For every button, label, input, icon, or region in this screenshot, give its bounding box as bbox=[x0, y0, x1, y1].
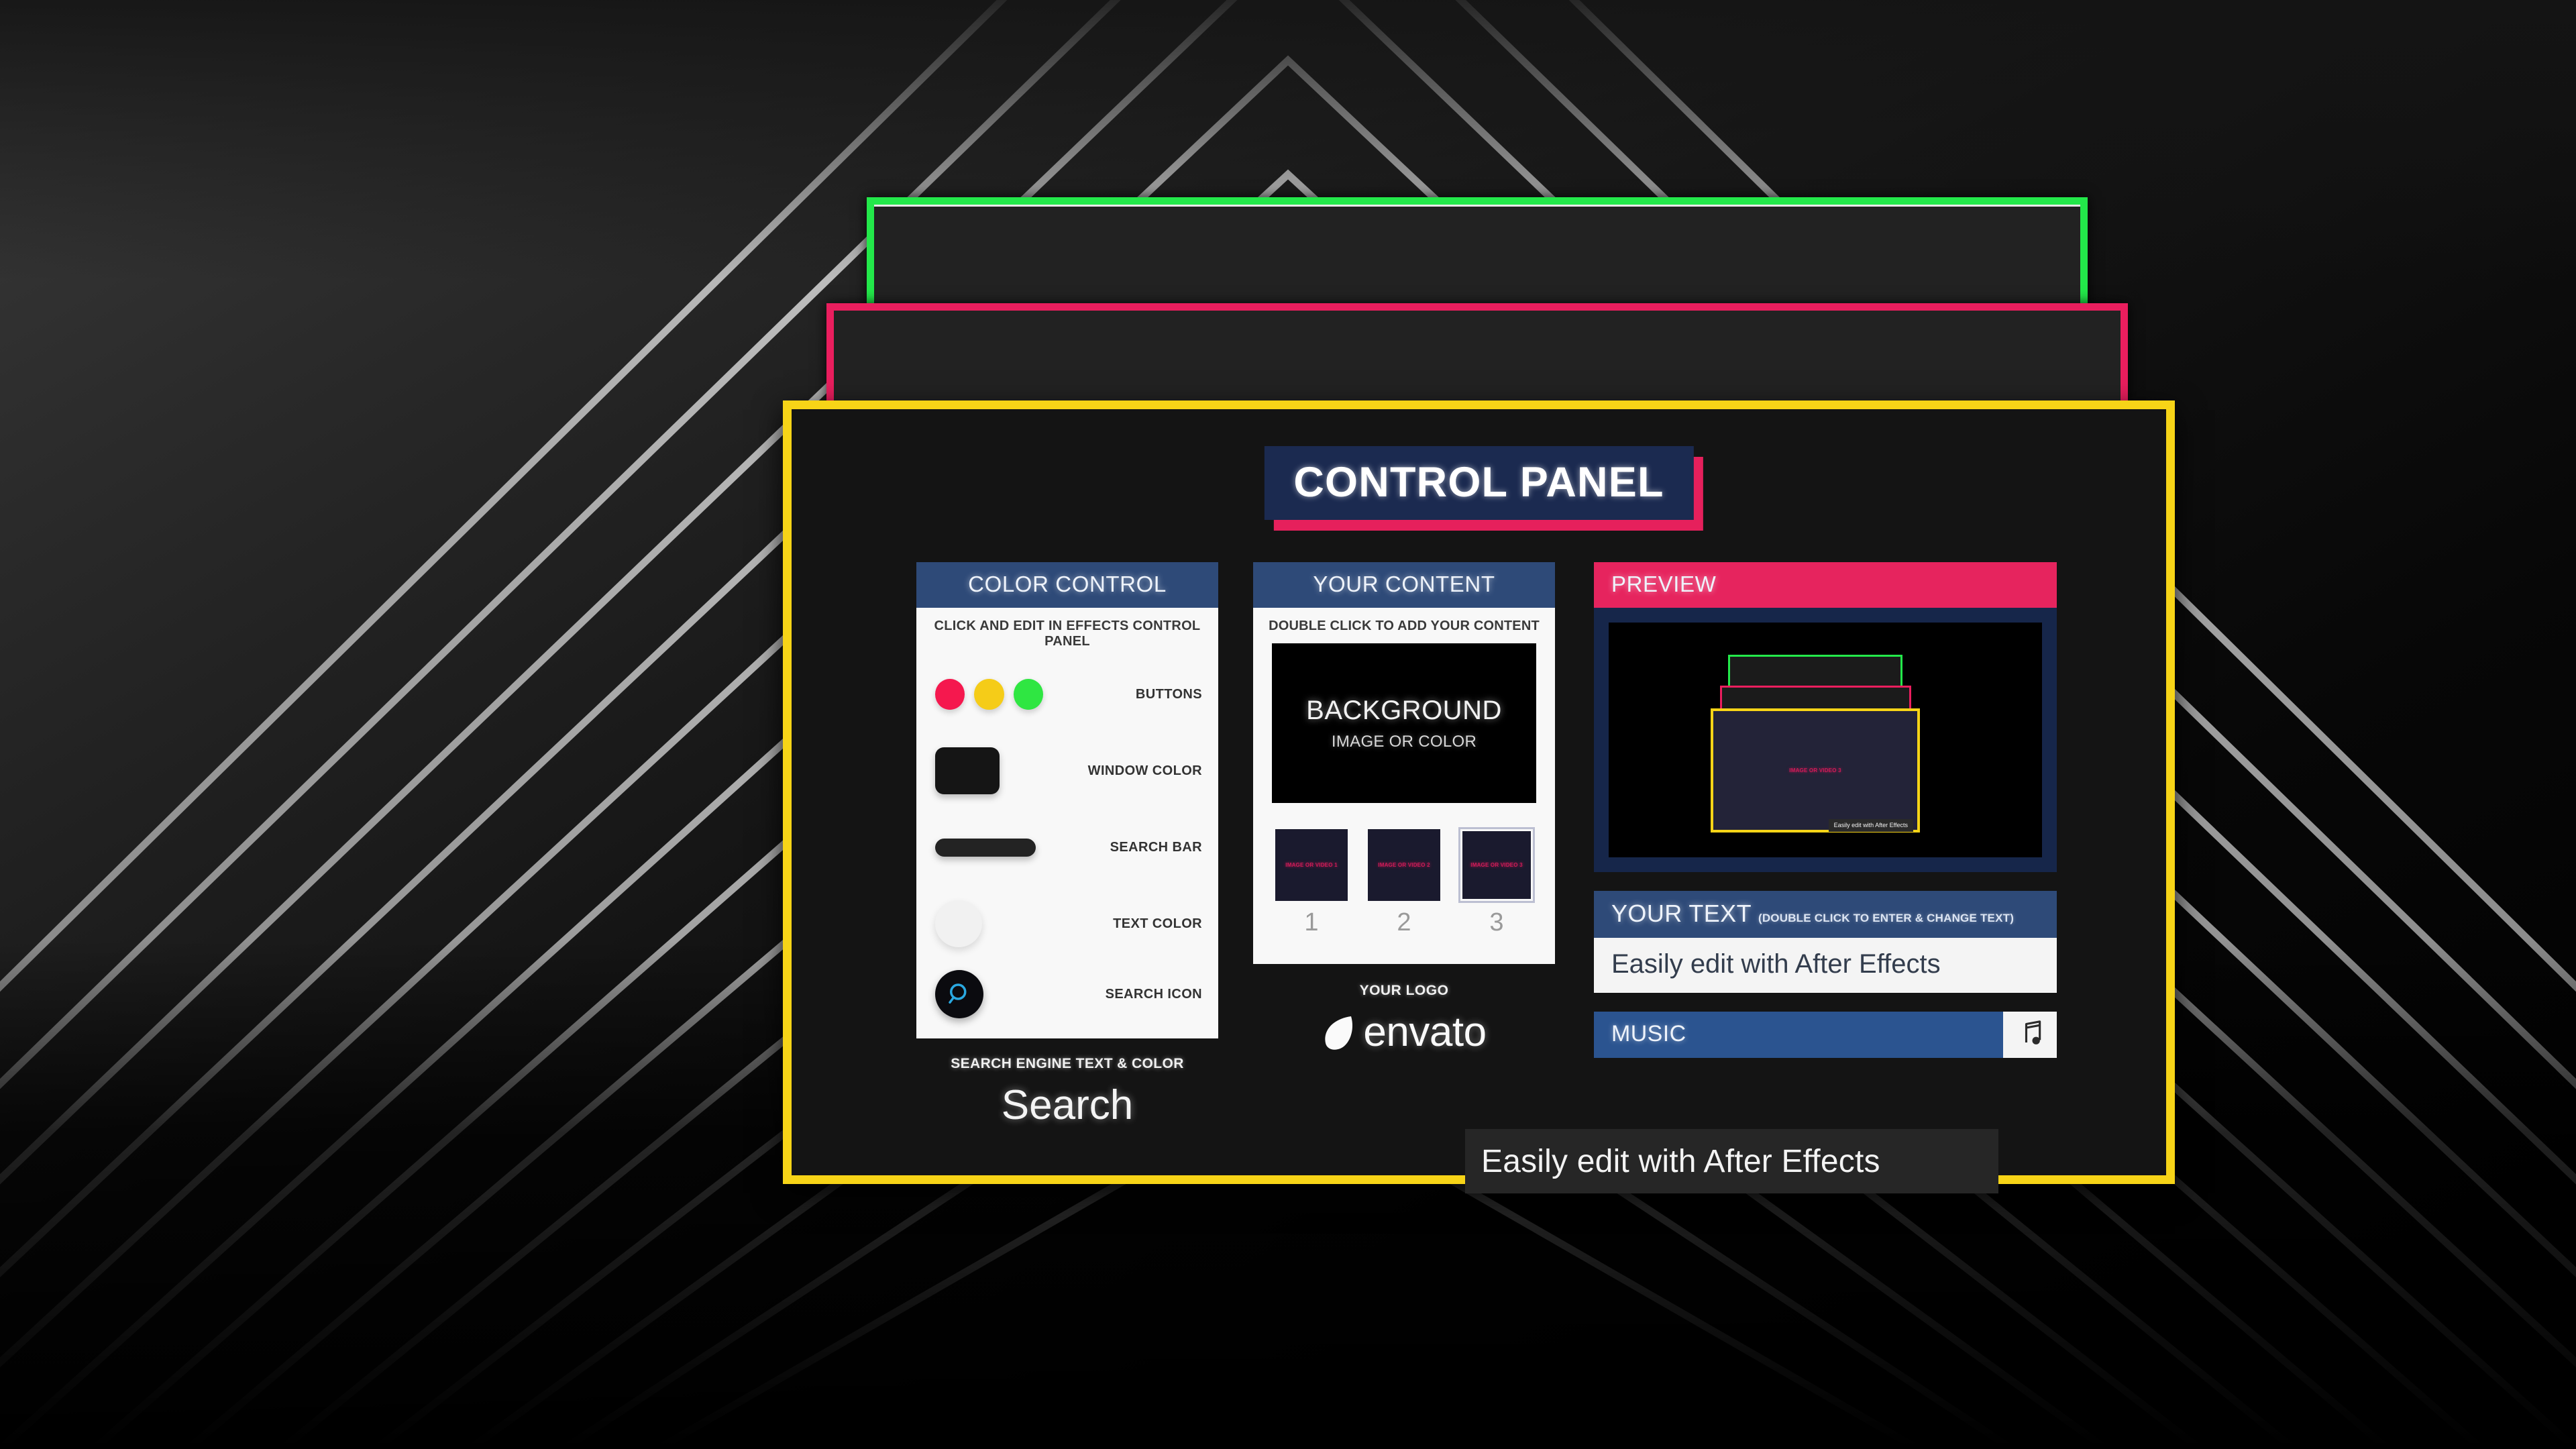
panel-preview: PREVIEW IMAGE OR VIDEO 3 Easily edit wit… bbox=[1594, 562, 2057, 1058]
music-note-icon bbox=[2025, 1020, 2041, 1044]
your-text-header: YOUR TEXT (DOUBLE CLICK TO ENTER & CHANG… bbox=[1594, 891, 2057, 938]
your-text-hint: (DOUBLE CLICK TO ENTER & CHANGE TEXT) bbox=[1758, 912, 2015, 924]
caption-overlay: Easily edit with After Effects bbox=[1465, 1129, 1998, 1193]
panel-columns: COLOR CONTROL CLICK AND EDIT IN EFFECTS … bbox=[792, 562, 2166, 1166]
your-logo-footer: YOUR LOGO envato bbox=[1253, 964, 1555, 1056]
search-engine-value[interactable]: Search bbox=[916, 1081, 1218, 1129]
thumbnail-item-1[interactable]: IMAGE OR VIDEO 1 1 bbox=[1273, 827, 1350, 937]
button-dot-yellow[interactable] bbox=[974, 679, 1004, 710]
page-title: CONTROL PANEL bbox=[1264, 446, 1703, 531]
buttons-swatch-group[interactable] bbox=[935, 679, 1053, 710]
thumbnail-caption-2: IMAGE OR VIDEO 2 bbox=[1378, 862, 1430, 868]
search-engine-label: SEARCH ENGINE TEXT & COLOR bbox=[951, 1056, 1184, 1071]
search-bar-swatch[interactable] bbox=[935, 838, 1036, 857]
color-control-subtitle: CLICK AND EDIT IN EFFECTS CONTROL PANEL bbox=[934, 619, 1201, 649]
window-color-swatch-group[interactable] bbox=[935, 747, 1053, 794]
search-icon-swatch-group[interactable] bbox=[935, 970, 1053, 1018]
window-color-swatch[interactable] bbox=[935, 747, 1000, 794]
music-card: MUSIC bbox=[1594, 1012, 2057, 1058]
color-row-label-buttons: BUTTONS bbox=[1135, 686, 1202, 702]
button-dot-red[interactable] bbox=[935, 679, 965, 710]
search-bar-swatch-group[interactable] bbox=[935, 838, 1053, 857]
your-text-title: YOUR TEXT bbox=[1611, 900, 1752, 927]
thumbnail-caption-1: IMAGE OR VIDEO 1 bbox=[1285, 862, 1338, 868]
thumbnail-item-3[interactable]: IMAGE OR VIDEO 3 3 bbox=[1458, 827, 1535, 937]
thumbnail-slot-3[interactable]: IMAGE OR VIDEO 3 bbox=[1458, 827, 1535, 903]
thumbnail-list: IMAGE OR VIDEO 1 1 IMAGE OR VIDEO 2 2 IM… bbox=[1253, 803, 1555, 937]
color-row-label-search-icon: SEARCH ICON bbox=[1105, 986, 1202, 1002]
preview-stage[interactable]: IMAGE OR VIDEO 3 Easily edit with After … bbox=[1609, 623, 2042, 857]
color-row-label-search-bar: SEARCH BAR bbox=[1110, 839, 1202, 855]
music-label[interactable]: MUSIC bbox=[1594, 1012, 2003, 1058]
preview-mini-frame-green bbox=[1728, 655, 1902, 688]
page-title-text: CONTROL PANEL bbox=[1293, 459, 1664, 506]
envato-leaf-icon bbox=[1325, 1016, 1353, 1050]
preview-body: IMAGE OR VIDEO 3 Easily edit with After … bbox=[1594, 608, 2057, 872]
thumbnail-item-2[interactable]: IMAGE OR VIDEO 2 2 bbox=[1366, 827, 1442, 937]
panel-color-control: COLOR CONTROL CLICK AND EDIT IN EFFECTS … bbox=[916, 562, 1218, 1129]
background-dropzone-title: BACKGROUND bbox=[1306, 695, 1502, 725]
your-text-input[interactable]: Easily edit with After Effects bbox=[1594, 938, 2057, 993]
your-text-card: YOUR TEXT (DOUBLE CLICK TO ENTER & CHANG… bbox=[1594, 891, 2057, 993]
music-note-button[interactable] bbox=[2003, 1012, 2057, 1058]
caption-overlay-text: Easily edit with After Effects bbox=[1481, 1143, 1880, 1179]
color-row-label-text-color: TEXT COLOR bbox=[1113, 916, 1202, 931]
search-icon bbox=[949, 983, 967, 1004]
panel-your-content: YOUR CONTENT DOUBLE CLICK TO ADD YOUR CO… bbox=[1253, 562, 1555, 1056]
logo-row[interactable]: envato bbox=[1253, 1008, 1555, 1056]
search-icon-swatch[interactable] bbox=[935, 970, 983, 1018]
color-row-search-icon[interactable]: SEARCH ICON bbox=[916, 962, 1218, 1038]
preview-header: PREVIEW bbox=[1594, 562, 2057, 608]
control-panel-window: CONTROL PANEL COLOR CONTROL CLICK AND ED… bbox=[783, 400, 2175, 1184]
background-dropzone-subtitle: IMAGE OR COLOR bbox=[1331, 732, 1477, 751]
background-dropzone[interactable]: BACKGROUND IMAGE OR COLOR bbox=[1272, 643, 1536, 803]
thumbnail-number-3: 3 bbox=[1489, 908, 1504, 936]
text-color-swatch[interactable] bbox=[935, 900, 982, 947]
color-control-card: CLICK AND EDIT IN EFFECTS CONTROL PANEL … bbox=[916, 608, 1218, 1038]
text-color-swatch-group[interactable] bbox=[935, 900, 1053, 947]
your-content-header: YOUR CONTENT bbox=[1253, 562, 1555, 608]
search-engine-footer: SEARCH ENGINE TEXT & COLOR Search bbox=[916, 1038, 1218, 1129]
thumbnail-number-2: 2 bbox=[1397, 908, 1411, 936]
your-content-subtitle: DOUBLE CLICK TO ADD YOUR CONTENT bbox=[1269, 619, 1540, 633]
color-control-header: COLOR CONTROL bbox=[916, 562, 1218, 608]
preview-mini-frame-yellow: IMAGE OR VIDEO 3 Easily edit with After … bbox=[1711, 708, 1920, 833]
button-dot-green[interactable] bbox=[1013, 679, 1043, 710]
stacked-frame-green bbox=[867, 197, 2088, 318]
thumbnail-number-1: 1 bbox=[1304, 908, 1319, 936]
page-title-box: CONTROL PANEL bbox=[1264, 446, 1694, 520]
your-logo-label: YOUR LOGO bbox=[1359, 983, 1449, 998]
envato-logo-text: envato bbox=[1363, 1009, 1487, 1055]
thumbnail-caption-3: IMAGE OR VIDEO 3 bbox=[1470, 862, 1523, 868]
preview-mini-content-label: IMAGE OR VIDEO 3 bbox=[1789, 767, 1841, 773]
color-row-window-color[interactable]: WINDOW COLOR bbox=[916, 733, 1218, 809]
color-row-search-bar[interactable]: SEARCH BAR bbox=[916, 809, 1218, 885]
color-row-text-color[interactable]: TEXT COLOR bbox=[916, 885, 1218, 962]
color-row-buttons[interactable]: BUTTONS bbox=[916, 656, 1218, 733]
stacked-frame-pink bbox=[826, 303, 2128, 414]
thumbnail-slot-2[interactable]: IMAGE OR VIDEO 2 bbox=[1366, 827, 1442, 903]
color-row-label-window-color: WINDOW COLOR bbox=[1087, 763, 1202, 778]
preview-mini-caption: Easily edit with After Effects bbox=[1828, 819, 1913, 832]
thumbnail-slot-1[interactable]: IMAGE OR VIDEO 1 bbox=[1273, 827, 1350, 903]
your-content-card: DOUBLE CLICK TO ADD YOUR CONTENT BACKGRO… bbox=[1253, 608, 1555, 964]
